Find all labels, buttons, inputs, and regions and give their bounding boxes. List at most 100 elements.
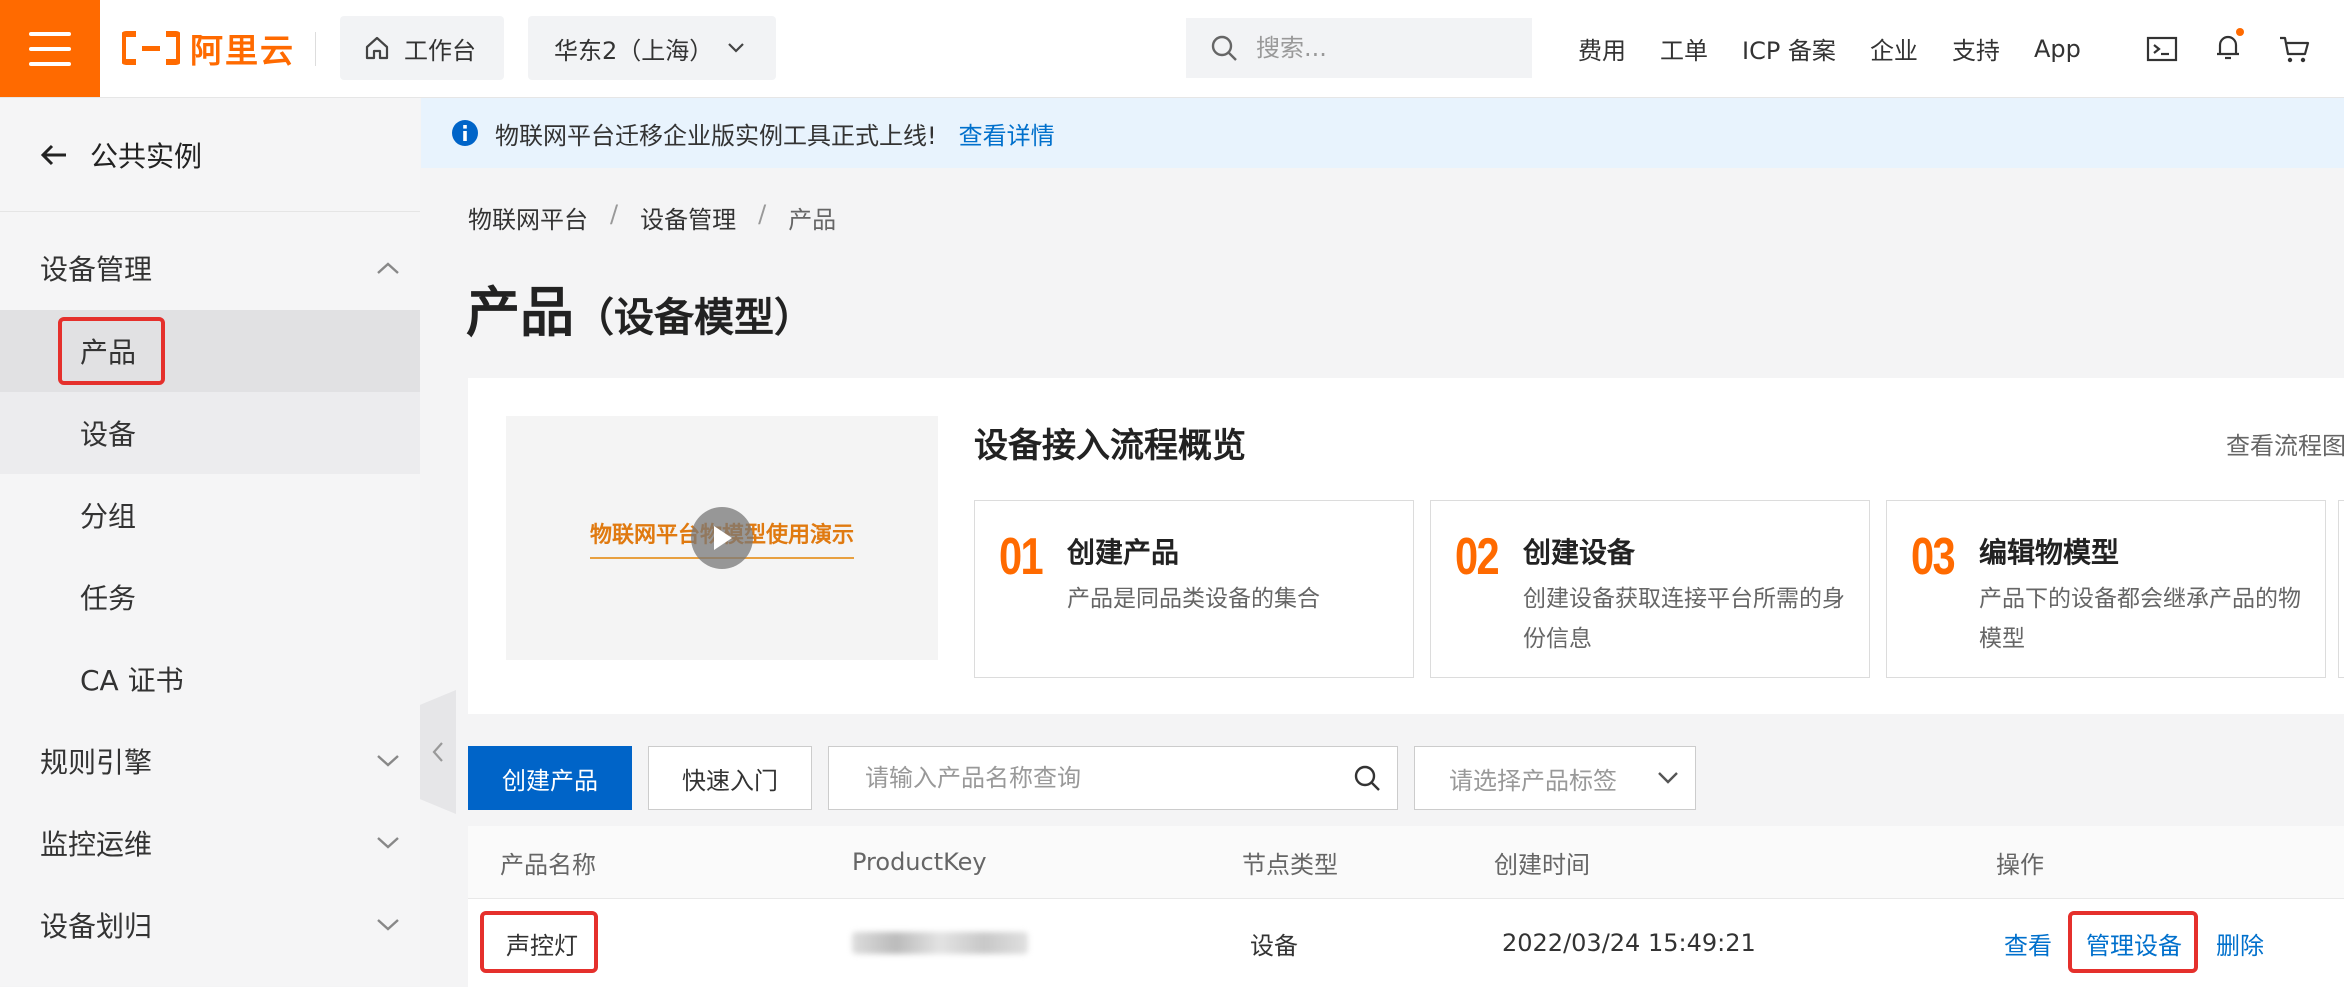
logo-text: 阿里云	[190, 31, 295, 70]
menu-button[interactable]	[0, 0, 100, 97]
back-label: 公共实例	[90, 139, 203, 173]
global-search[interactable]	[1186, 18, 1532, 78]
menu-icon-bar	[29, 31, 71, 36]
terminal-icon[interactable]	[2146, 35, 2178, 63]
step-card-create-product[interactable]: 01 创建产品 产品是同品类设备的集合	[974, 500, 1414, 678]
demo-video[interactable]: 物联网平台物模型使用演示	[506, 416, 938, 660]
sidebar-item-ca-cert[interactable]: CA 证书	[0, 638, 420, 720]
nav-support[interactable]: 支持	[1952, 31, 2000, 66]
column-header: 节点类型	[1242, 850, 1338, 879]
step-card-create-device[interactable]: 02 创建设备 创建设备获取连接平台所需的身份信息	[1430, 500, 1870, 678]
sidebar-group-assignment[interactable]: 设备划归	[0, 884, 420, 966]
workbench-button[interactable]: 工作台	[340, 16, 504, 80]
sidebar: 公共实例 设备管理 产品 设备 分组 任务 CA 证书 规则引擎 监控运维 设备…	[0, 98, 420, 986]
info-icon	[452, 120, 478, 146]
divider	[315, 32, 316, 66]
step-description: 产品是同品类设备的集合	[1067, 586, 1320, 612]
home-icon	[365, 36, 389, 60]
menu-icon-bar	[29, 46, 71, 51]
sidebar-group-label: 规则引擎	[40, 746, 153, 779]
sidebar-item-devices[interactable]: 设备	[0, 392, 420, 474]
sidebar-group-label: 设备管理	[40, 253, 153, 286]
quickstart-button[interactable]: 快速入门	[648, 746, 812, 810]
redacted-product-key	[852, 932, 1028, 954]
chevron-down-icon	[377, 837, 399, 849]
sidebar-item-tasks[interactable]: 任务	[0, 556, 420, 638]
breadcrumb-separator: /	[610, 200, 619, 228]
overview-title: 设备接入流程概览	[974, 426, 1246, 466]
step-number: 02	[1455, 528, 1500, 586]
create-product-button[interactable]: 创建产品	[468, 746, 632, 810]
aliyun-logo[interactable]: 阿里云	[122, 26, 295, 70]
bell-icon	[2217, 35, 2239, 59]
breadcrumb-current: 产品	[788, 206, 837, 234]
cart-icon[interactable]	[2278, 34, 2310, 64]
product-search-field[interactable]	[828, 746, 1398, 810]
nav-enterprise[interactable]: 企业	[1870, 31, 1918, 66]
sidebar-group-device[interactable]: 设备管理	[0, 226, 420, 310]
step-title: 编辑物模型	[1979, 536, 2120, 569]
nav-icp[interactable]: ICP 备案	[1742, 31, 1836, 66]
top-bar: 阿里云 工作台 华东2（上海） 费用 工单 ICP 备案 企业 支持 App	[0, 0, 2344, 98]
menu-icon-bar	[29, 61, 71, 66]
chevron-left-icon	[432, 742, 443, 762]
search-icon[interactable]	[1353, 764, 1381, 792]
sidebar-group-label: 设备划归	[40, 910, 153, 943]
announcement-banner: 物联网平台迁移企业版实例工具正式上线! 查看详情	[421, 98, 2344, 168]
chevron-down-icon	[1658, 772, 1678, 784]
sidebar-item-label: CA 证书	[80, 664, 184, 697]
breadcrumb: 物联网平台 / 设备管理 / 产品	[468, 200, 836, 235]
sidebar-item-label: 分组	[80, 500, 137, 533]
top-nav: 费用 工单 ICP 备案 企业 支持 App	[1578, 0, 2081, 97]
product-tag-select[interactable]: 请选择产品标签	[1414, 746, 1696, 810]
page-subtitle: （设备模型）	[574, 295, 814, 341]
back-to-instances[interactable]: 公共实例	[0, 98, 420, 212]
sidebar-item-label: 任务	[80, 582, 137, 615]
play-icon	[714, 526, 732, 550]
search-input[interactable]	[1254, 33, 1518, 63]
breadcrumb-device-management[interactable]: 设备管理	[640, 200, 736, 235]
view-flowchart-link[interactable]: 查看流程图	[2226, 426, 2344, 461]
column-header: 创建时间	[1494, 850, 1590, 879]
step-card-next[interactable]	[2338, 500, 2344, 678]
step-card-edit-model[interactable]: 03 编辑物模型 产品下的设备都会继承产品的物模型	[1886, 500, 2326, 678]
chevron-up-icon	[377, 262, 399, 274]
sidebar-item-groups[interactable]: 分组	[0, 474, 420, 556]
created-time-cell: 2022/03/24 15:49:21	[1502, 929, 1756, 957]
table-row: 声控灯 设备 2022/03/24 15:49:21 查看 管理设备 删除	[468, 899, 2344, 987]
product-table: 产品名称 ProductKey 节点类型 创建时间 操作 声控灯 设备 2022…	[468, 826, 2344, 987]
search-icon	[1211, 35, 1237, 61]
sidebar-group-label: 监控运维	[40, 828, 153, 861]
step-title: 创建产品	[1067, 536, 1180, 569]
nav-app[interactable]: App	[2034, 35, 2081, 63]
sidebar-group-rules[interactable]: 规则引擎	[0, 720, 420, 802]
sidebar-group-monitoring[interactable]: 监控运维	[0, 802, 420, 884]
onboarding-overview: 物联网平台物模型使用演示 设备接入流程概览 查看流程图 01 创建产品 产品是同…	[468, 378, 2344, 714]
step-title: 创建设备	[1523, 536, 1636, 569]
play-button[interactable]	[691, 507, 753, 569]
delete-action[interactable]: 删除	[2216, 899, 2264, 987]
notification-button[interactable]	[2214, 27, 2244, 66]
announcement-link[interactable]: 查看详情	[959, 116, 1055, 151]
column-header: ProductKey	[852, 848, 987, 876]
step-description: 产品下的设备都会继承产品的物模型	[1979, 586, 2301, 652]
product-toolbar: 创建产品 快速入门 请选择产品标签	[468, 746, 1696, 810]
product-search-input[interactable]	[863, 763, 1327, 793]
step-number: 01	[999, 528, 1044, 586]
chevron-down-icon	[377, 755, 399, 767]
column-header: 产品名称	[500, 850, 596, 879]
breadcrumb-iot-platform[interactable]: 物联网平台	[468, 200, 588, 235]
step-description: 创建设备获取连接平台所需的身份信息	[1523, 586, 1845, 652]
workbench-label: 工作台	[404, 36, 476, 65]
sidebar-item-products[interactable]: 产品	[0, 310, 420, 392]
highlight-box	[480, 911, 598, 973]
page-title: 产品（设备模型）	[466, 268, 814, 347]
chevron-down-icon	[728, 43, 745, 53]
nav-fees[interactable]: 费用	[1578, 31, 1626, 66]
chevron-down-icon	[377, 919, 399, 931]
nav-tickets[interactable]: 工单	[1660, 31, 1708, 66]
sidebar-collapse-toggle[interactable]	[420, 690, 456, 814]
region-label: 华东2（上海）	[554, 36, 714, 65]
view-action[interactable]: 查看	[2004, 899, 2052, 987]
region-select[interactable]: 华东2（上海）	[528, 16, 776, 80]
